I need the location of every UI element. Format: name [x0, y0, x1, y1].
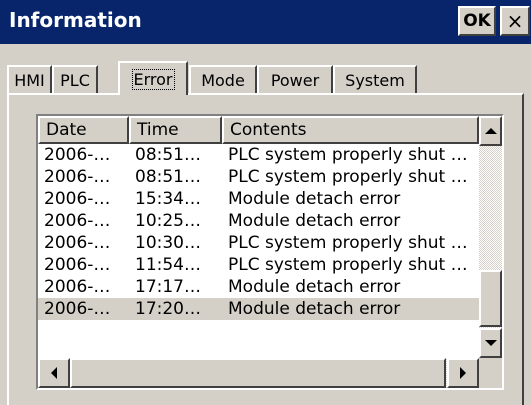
- title-bar: Information OK ×: [0, 0, 531, 44]
- row-time: 08:51…: [135, 167, 201, 187]
- tab-mode-label: Mode: [201, 70, 245, 90]
- list-row[interactable]: 2006-… 11:54… PLC system properly shut …: [38, 254, 479, 276]
- list-header: Date Time Contents: [38, 116, 479, 144]
- column-header-time[interactable]: Time: [129, 116, 222, 144]
- row-time: 10:25…: [135, 211, 201, 231]
- row-contents: Module detach error: [228, 299, 401, 319]
- row-time: 17:17…: [135, 277, 201, 297]
- tab-system[interactable]: System: [333, 65, 417, 93]
- tab-error[interactable]: Error: [118, 61, 188, 95]
- row-date: 2006-…: [44, 167, 111, 187]
- vertical-scrollbar[interactable]: [479, 116, 502, 358]
- list-row[interactable]: 2006-… 15:34… Module detach error: [38, 188, 479, 210]
- close-button[interactable]: ×: [500, 6, 530, 36]
- row-contents: PLC system properly shut …: [228, 255, 468, 275]
- row-time: 11:54…: [135, 255, 201, 275]
- row-date: 2006-…: [44, 299, 111, 319]
- tab-plc-label: PLC: [60, 70, 90, 90]
- tab-hmi-label: HMI: [14, 70, 45, 90]
- tab-system-label: System: [345, 70, 405, 90]
- column-header-contents[interactable]: Contents: [222, 116, 479, 144]
- window-title: Information: [9, 8, 142, 32]
- tab-power-label: Power: [270, 70, 320, 90]
- row-date: 2006-…: [44, 233, 111, 253]
- information-window: Information OK × HMI PLC Error Mode Powe…: [0, 0, 531, 405]
- row-contents: Module detach error: [228, 277, 401, 297]
- column-header-date[interactable]: Date: [38, 116, 129, 144]
- arrow-left-icon: [51, 367, 57, 379]
- tab-plc[interactable]: PLC: [52, 65, 98, 93]
- arrow-up-icon: [484, 128, 497, 134]
- row-date: 2006-…: [44, 255, 111, 275]
- list-row[interactable]: 2006-… 10:25… Module detach error: [38, 210, 479, 232]
- row-date: 2006-…: [44, 145, 111, 165]
- list-row[interactable]: 2006-… 08:51… PLC system properly shut …: [38, 166, 479, 188]
- arrow-down-icon: [484, 340, 497, 346]
- row-contents: PLC system properly shut …: [228, 145, 468, 165]
- scrollbar-corner: [479, 358, 502, 388]
- list-row[interactable]: 2006-… 10:30… PLC system properly shut …: [38, 232, 479, 254]
- row-contents: PLC system properly shut …: [228, 233, 468, 253]
- scroll-down-button[interactable]: [479, 328, 502, 358]
- row-contents: PLC system properly shut …: [228, 167, 468, 187]
- scroll-up-button[interactable]: [479, 116, 502, 146]
- scroll-right-button[interactable]: [447, 358, 479, 388]
- tab-mode[interactable]: Mode: [189, 65, 257, 93]
- tab-power[interactable]: Power: [257, 65, 333, 93]
- horizontal-scroll-thumb[interactable]: [70, 358, 446, 388]
- horizontal-scrollbar[interactable]: [38, 358, 479, 388]
- arrow-right-icon: [460, 367, 466, 379]
- row-time: 15:34…: [135, 189, 201, 209]
- ok-button[interactable]: OK: [458, 6, 496, 36]
- error-list[interactable]: Date Time Contents 2006-… 08:51… PLC sys…: [36, 114, 504, 390]
- row-time: 10:30…: [135, 233, 201, 253]
- tab-error-label: Error: [131, 68, 175, 90]
- scroll-left-button[interactable]: [38, 358, 70, 388]
- row-contents: Module detach error: [228, 211, 401, 231]
- row-time: 08:51…: [135, 145, 201, 165]
- row-date: 2006-…: [44, 189, 111, 209]
- tab-hmi[interactable]: HMI: [7, 65, 52, 93]
- row-date: 2006-…: [44, 277, 111, 297]
- list-row-selected[interactable]: 2006-… 17:20… Module detach error: [38, 298, 479, 320]
- row-contents: Module detach error: [228, 189, 401, 209]
- list-row[interactable]: 2006-… 08:51… PLC system properly shut …: [38, 144, 479, 166]
- row-time: 17:20…: [135, 299, 201, 319]
- list-row[interactable]: 2006-… 17:17… Module detach error: [38, 276, 479, 298]
- vertical-scroll-thumb[interactable]: [479, 270, 502, 327]
- row-date: 2006-…: [44, 211, 111, 231]
